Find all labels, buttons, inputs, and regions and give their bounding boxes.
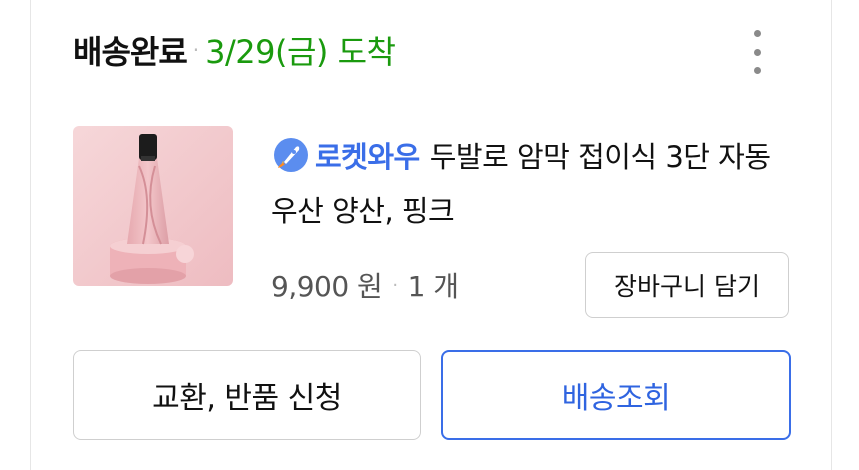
order-card: 배송완료 · 3/29(금) 도착 로켓와우 두발로 암막 접이식 3단 자동 … [30, 0, 832, 470]
exchange-return-button[interactable]: 교환, 반품 신청 [73, 350, 421, 440]
add-to-cart-button[interactable]: 장바구니 담기 [585, 252, 789, 318]
product-quantity: 1 개 [407, 270, 459, 303]
more-vertical-icon[interactable] [747, 30, 767, 74]
arrival-date: 3/29(금) 도착 [205, 33, 396, 71]
product-image[interactable] [73, 126, 233, 286]
product-price: 9,900 원 [271, 270, 383, 303]
delivery-status: 배송완료 [73, 33, 188, 71]
rocket-wow-badge: 로켓와우 [315, 140, 420, 174]
track-delivery-button[interactable]: 배송조회 [441, 350, 791, 440]
order-status-header: 배송완료 · 3/29(금) 도착 [73, 26, 396, 74]
product-title[interactable]: 로켓와우 두발로 암막 접이식 3단 자동 우산 양산, 핑크 [271, 130, 791, 238]
price-quantity: 9,900 원 · 1 개 [271, 262, 459, 308]
price-separator: · [392, 274, 398, 296]
header-separator: · [192, 38, 200, 62]
rocket-icon [271, 135, 311, 175]
